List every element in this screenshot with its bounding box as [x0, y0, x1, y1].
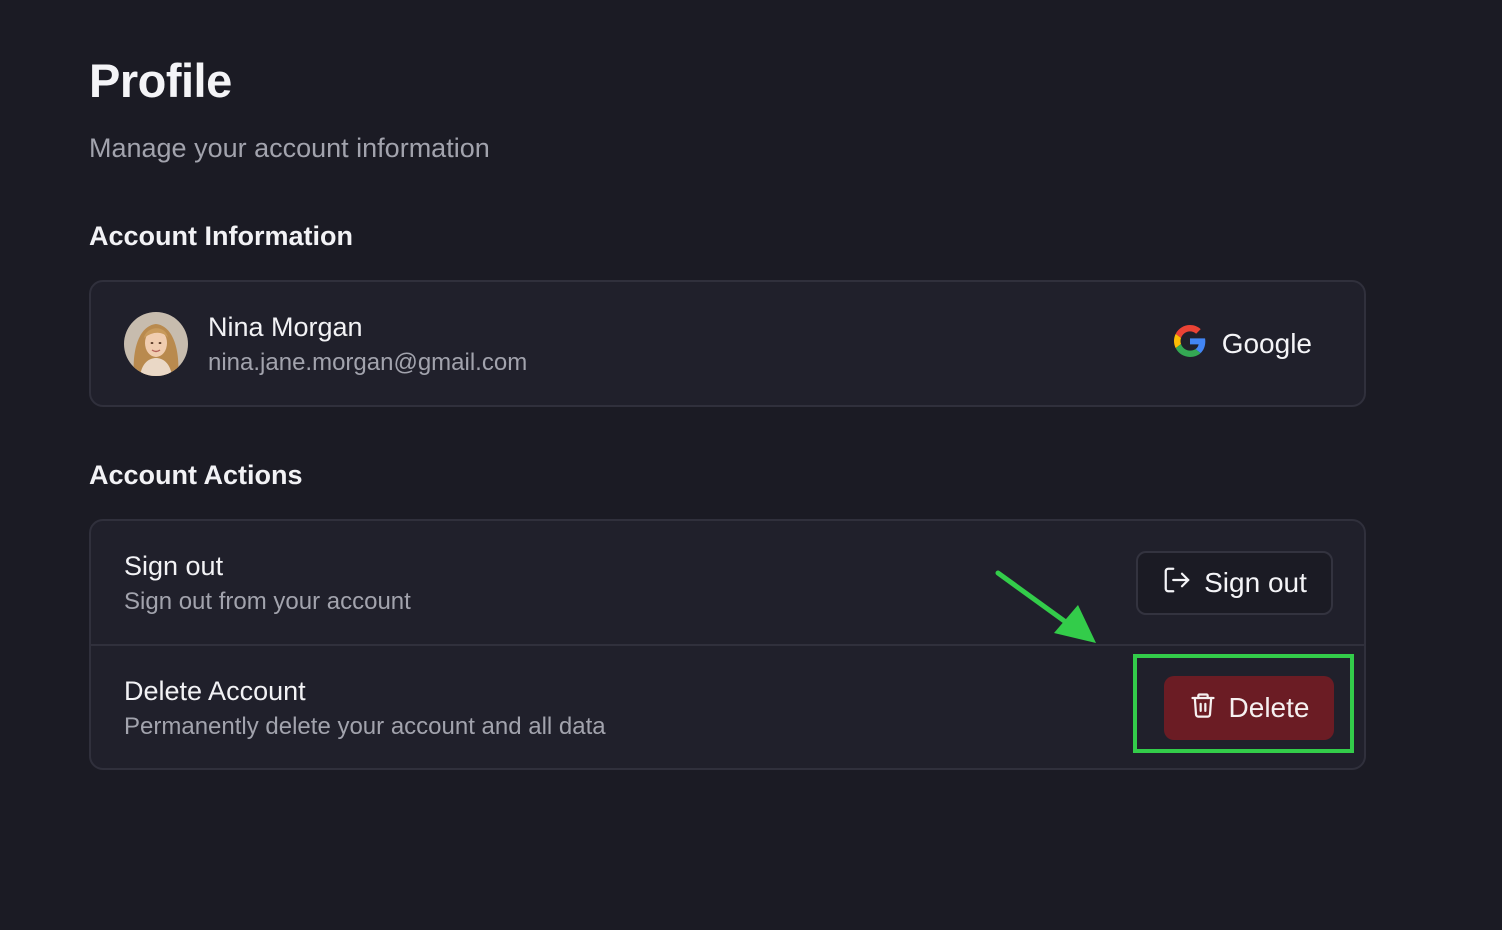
sign-out-icon [1162, 565, 1192, 602]
delete-button-label: Delete [1228, 692, 1310, 723]
auth-provider: Google [1173, 325, 1312, 362]
sign-out-button-label: Sign out [1204, 567, 1307, 598]
trash-icon [1189, 690, 1217, 727]
account-actions-card: Sign out Sign out from your account Sign… [89, 519, 1366, 770]
page-subtitle: Manage your account information [89, 133, 490, 163]
user-email: nina.jane.morgan@gmail.com [208, 349, 528, 376]
page-title: Profile [89, 54, 232, 107]
profile-page: Profile Manage your account information … [0, 0, 1502, 930]
account-information-heading: Account Information [89, 221, 353, 251]
avatar [124, 312, 188, 376]
sign-out-title: Sign out [124, 551, 224, 581]
sign-out-button[interactable]: Sign out [1136, 551, 1333, 615]
sign-out-description: Sign out from your account [124, 588, 411, 615]
account-actions-heading: Account Actions [89, 460, 303, 490]
delete-account-description: Permanently delete your account and all … [124, 713, 606, 740]
provider-label: Google [1221, 327, 1312, 359]
delete-account-row: Delete Account Permanently delete your a… [91, 644, 1364, 770]
user-name: Nina Morgan [208, 312, 363, 342]
sign-out-row: Sign out Sign out from your account Sign… [91, 521, 1364, 645]
account-information-card: Nina Morgan nina.jane.morgan@gmail.com G… [89, 280, 1366, 407]
delete-account-title: Delete Account [124, 676, 306, 706]
google-icon [1173, 325, 1206, 362]
delete-button[interactable]: Delete [1164, 676, 1334, 740]
